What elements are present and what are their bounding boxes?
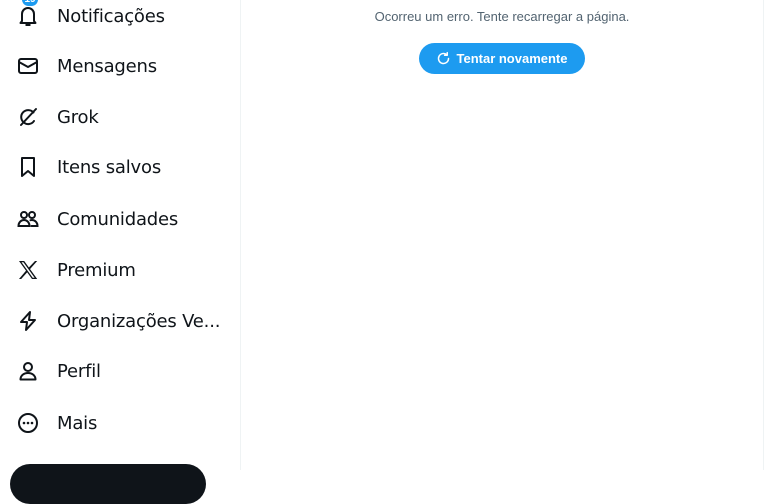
x-logo-icon (16, 258, 40, 282)
sidebar-item-profile[interactable]: Perfil (0, 348, 120, 394)
sidebar-item-label: Comunidades (57, 208, 179, 230)
bookmark-icon (16, 155, 40, 179)
sidebar-item-bookmarks[interactable]: Itens salvos (0, 144, 170, 190)
envelope-icon (16, 54, 40, 78)
sidebar-item-label: Grok (57, 106, 99, 128)
sidebar-item-label: Organizações Ve... (57, 310, 221, 332)
error-message: Ocorreu um erro. Tente recarregar a pági… (374, 9, 630, 24)
person-icon (16, 359, 40, 383)
sidebar-item-communities[interactable]: Comunidades (0, 196, 185, 242)
column-divider (763, 0, 764, 470)
post-button[interactable] (10, 464, 206, 504)
column-divider (240, 0, 241, 470)
sidebar-item-premium[interactable]: Premium (0, 247, 150, 293)
more-circle-icon (16, 411, 40, 435)
grok-icon (16, 105, 40, 129)
people-icon (16, 207, 40, 231)
sidebar-item-label: Premium (57, 259, 136, 281)
sidebar-item-grok[interactable]: Grok (0, 94, 120, 140)
refresh-icon (436, 51, 451, 66)
sidebar-item-label: Mensagens (57, 55, 157, 77)
sidebar-item-messages[interactable]: Mensagens (0, 43, 170, 89)
retry-label: Tentar novamente (456, 51, 568, 66)
lightning-icon (16, 309, 40, 333)
bell-icon (16, 4, 40, 28)
sidebar-item-label: Mais (57, 412, 98, 434)
sidebar-item-more[interactable]: Mais (0, 400, 120, 446)
sidebar-item-label: Perfil (57, 360, 101, 382)
sidebar-item-notifications[interactable]: 19 Notificações (0, 0, 185, 39)
retry-button[interactable]: Tentar novamente (419, 43, 585, 74)
sidebar-item-verified-orgs[interactable]: Organizações Ve... (0, 298, 225, 344)
sidebar-nav: 19 Notificações Mensagens Grok Itens sal… (0, 0, 240, 504)
sidebar-item-label: Notificações (57, 5, 165, 27)
sidebar-item-label: Itens salvos (57, 156, 162, 178)
